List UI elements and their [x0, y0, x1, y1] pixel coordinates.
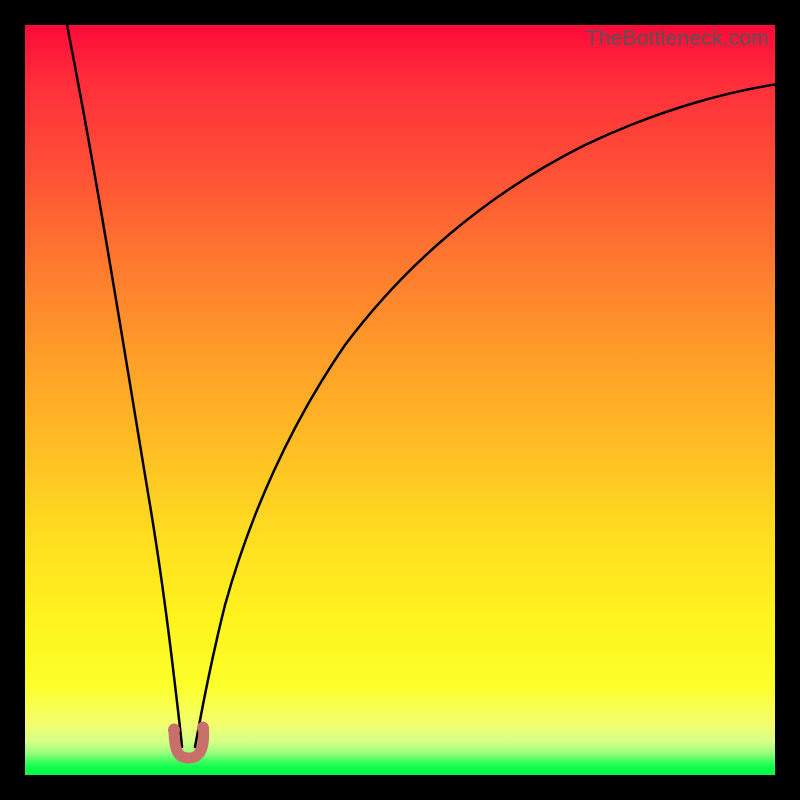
valley-dot-right [197, 722, 209, 734]
attribution-text: TheBottleneck.com [586, 27, 769, 51]
curve-layer [25, 25, 775, 775]
curve-left-branch [65, 25, 182, 747]
valley-dot-left [168, 724, 180, 736]
curve-right-branch [195, 83, 775, 747]
plot-area: TheBottleneck.com [25, 25, 775, 775]
chart-frame: TheBottleneck.com [0, 0, 800, 800]
